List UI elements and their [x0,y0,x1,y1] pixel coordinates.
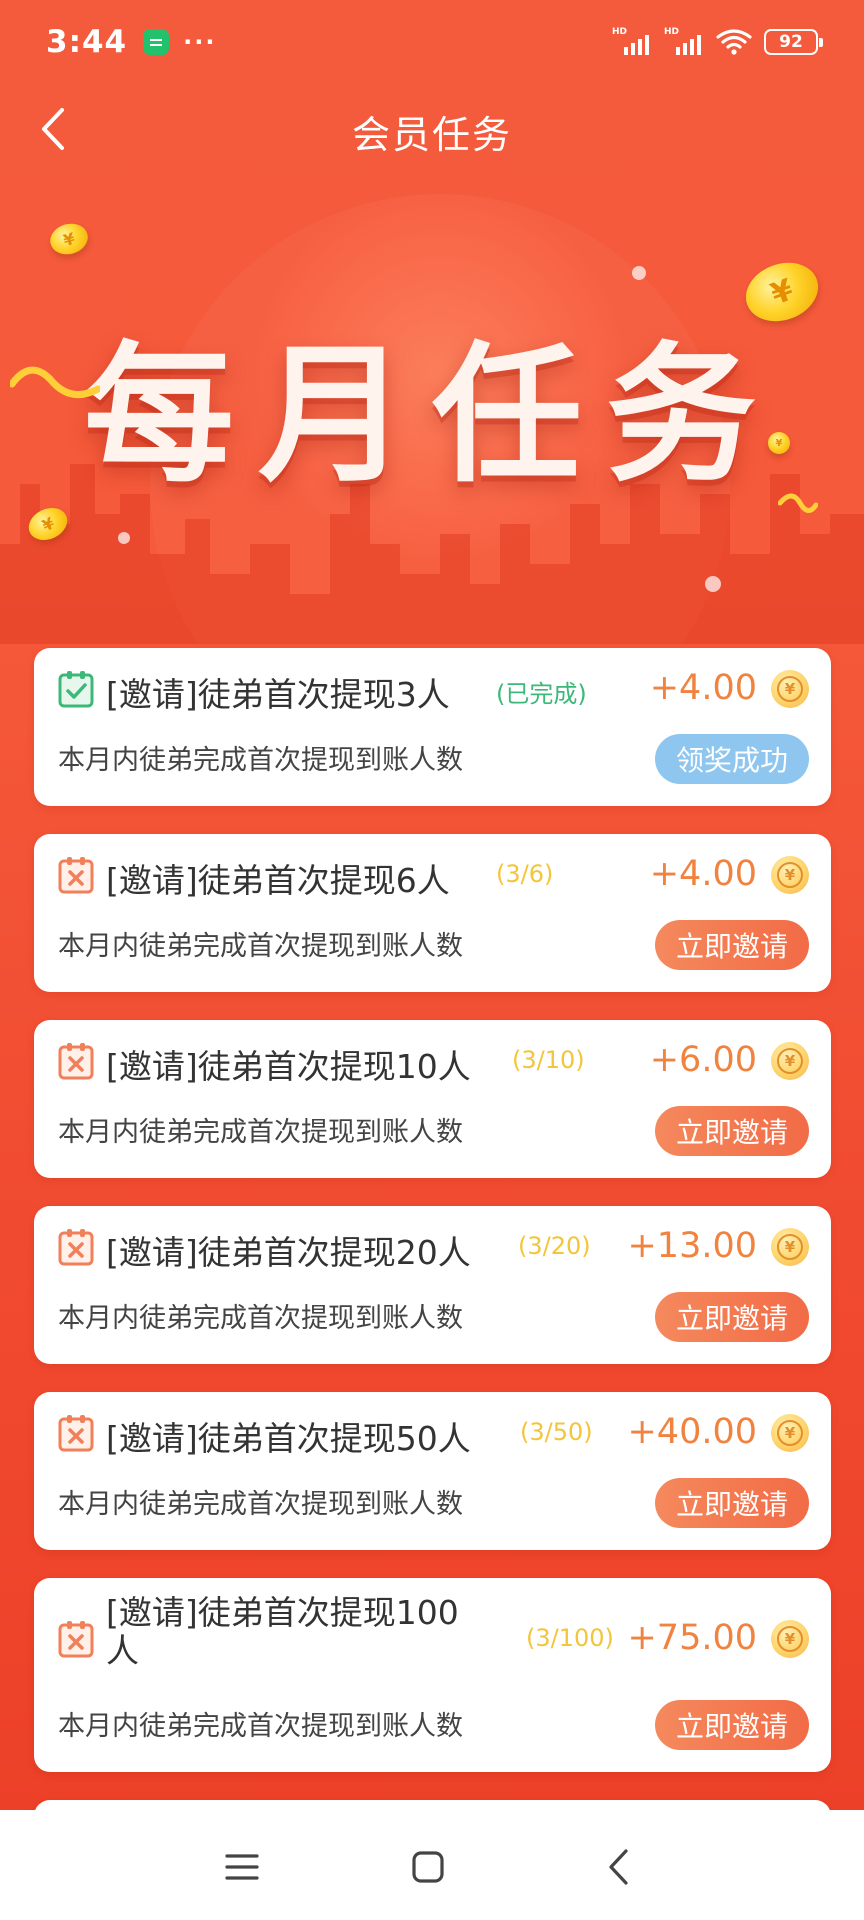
task-card: [邀请]徒弟首次提现6人 (3/6) +4.00 ¥ 本月内徒弟完成首次提现到账… [34,834,831,992]
banner: 每月任务 ¥ ¥ ¥ ¥ [0,174,864,644]
system-back-button[interactable] [588,1842,648,1892]
invite-now-button[interactable]: 立即邀请 [655,1292,809,1342]
task-reward: +40.00 [627,1412,757,1452]
invite-now-button[interactable]: 立即邀请 [655,1106,809,1156]
status-bar: 3:44 ··· HD HD 92 [0,0,864,84]
coin-icon: ¥ [771,670,809,708]
task-card: [邀请]徒弟首次提现50人 (3/50) +40.00 ¥ 本月内徒弟完成首次提… [34,1392,831,1550]
invite-now-button[interactable]: 立即邀请 [655,1478,809,1528]
task-progress: (3/6) [496,860,554,888]
task-progress: (3/100) [526,1624,614,1652]
task-description: 本月内徒弟完成首次提现到账人数 [58,931,463,962]
task-progress: (3/10) [512,1046,585,1074]
task-description: 本月内徒弟完成首次提现到账人数 [58,1117,463,1148]
task-description: 本月内徒弟完成首次提现到账人数 [58,745,463,776]
invite-now-button[interactable]: 立即邀请 [655,1700,809,1750]
clipboard-check-icon [58,671,94,708]
sparkle [632,266,646,280]
task-card: [邀请]徒弟首次提现10人 (3/10) +6.00 ¥ 本月内徒弟完成首次提现… [34,1020,831,1178]
task-reward: +75.00 [627,1618,757,1658]
home-button[interactable] [398,1842,458,1892]
status-time: 3:44 [46,24,128,60]
battery-indicator: 92 [764,29,823,55]
task-reward: +6.00 [649,1040,757,1080]
clipboard-x-icon [58,857,94,894]
task-card: [邀请]徒弟首次提现100 人 (3/100) +75.00 ¥ 本月内徒弟完成… [34,1578,831,1772]
task-progress: (已完成) [496,680,587,708]
cellular-signal-2-icon: HD [664,27,704,57]
invite-now-button[interactable]: 立即邀请 [655,920,809,970]
wifi-icon [716,29,752,55]
coin-icon: ¥ [771,856,809,894]
task-progress: (3/50) [520,1418,593,1446]
sparkle [705,576,721,592]
system-navigation-bar [0,1810,864,1920]
clipboard-x-icon [58,1043,94,1080]
nav-bar: 会员任务 [0,84,864,174]
page-title: 会员任务 [351,113,512,157]
task-title-line: 人 [106,1631,139,1670]
coin-icon: ¥ [771,1228,809,1266]
claim-success-button[interactable]: 领奖成功 [655,734,809,784]
clipboard-x-icon [58,1415,94,1452]
task-reward: +4.00 [649,668,757,708]
chevron-left-icon [609,1849,628,1885]
cellular-signal-icon: HD [612,27,652,57]
gold-coin-icon: ¥ [768,432,790,454]
task-description: 本月内徒弟完成首次提现到账人数 [58,1711,463,1742]
sparkle [118,532,130,544]
ribbon-icon [10,366,100,399]
task-title: [邀请]徒弟首次提现6人 [106,861,450,900]
clipboard-x-icon [58,1621,94,1658]
banner-title: 每月任务 [83,329,780,503]
task-progress: (3/20) [518,1232,591,1260]
ribbon-icon [778,493,818,513]
task-title: [邀请]徒弟首次提现10人 [106,1047,471,1086]
task-description: 本月内徒弟完成首次提现到账人数 [58,1489,463,1520]
task-reward: +13.00 [627,1226,757,1266]
message-app-icon [143,29,170,55]
coin-icon: ¥ [771,1042,809,1080]
menu-icon [225,1854,259,1880]
gold-coin-icon: ¥ [46,219,92,259]
task-title: [邀请]徒弟首次提现50人 [106,1419,471,1458]
task-title-line: [邀请]徒弟首次提现100 [106,1593,459,1632]
clipboard-x-icon [58,1229,94,1266]
task-card: [邀请]徒弟首次提现20人 (3/20) +13.00 ¥ 本月内徒弟完成首次提… [34,1206,831,1364]
menu-button[interactable] [212,1842,272,1892]
task-title: [邀请]徒弟首次提现20人 [106,1233,471,1272]
task-card: [邀请]徒弟首次提现3人 (已完成) +4.00 ¥ 本月内徒弟完成首次提现到账… [34,648,831,806]
task-title: [邀请]徒弟首次提现3人 [106,675,450,714]
task-reward: +4.00 [649,854,757,894]
home-square-icon [412,1851,444,1883]
task-title: [邀请]徒弟首次提现100 人 [106,1594,459,1670]
coin-icon: ¥ [771,1620,809,1658]
coin-icon: ¥ [771,1414,809,1452]
more-notifications-icon: ··· [183,28,217,56]
task-description: 本月内徒弟完成首次提现到账人数 [58,1303,463,1334]
